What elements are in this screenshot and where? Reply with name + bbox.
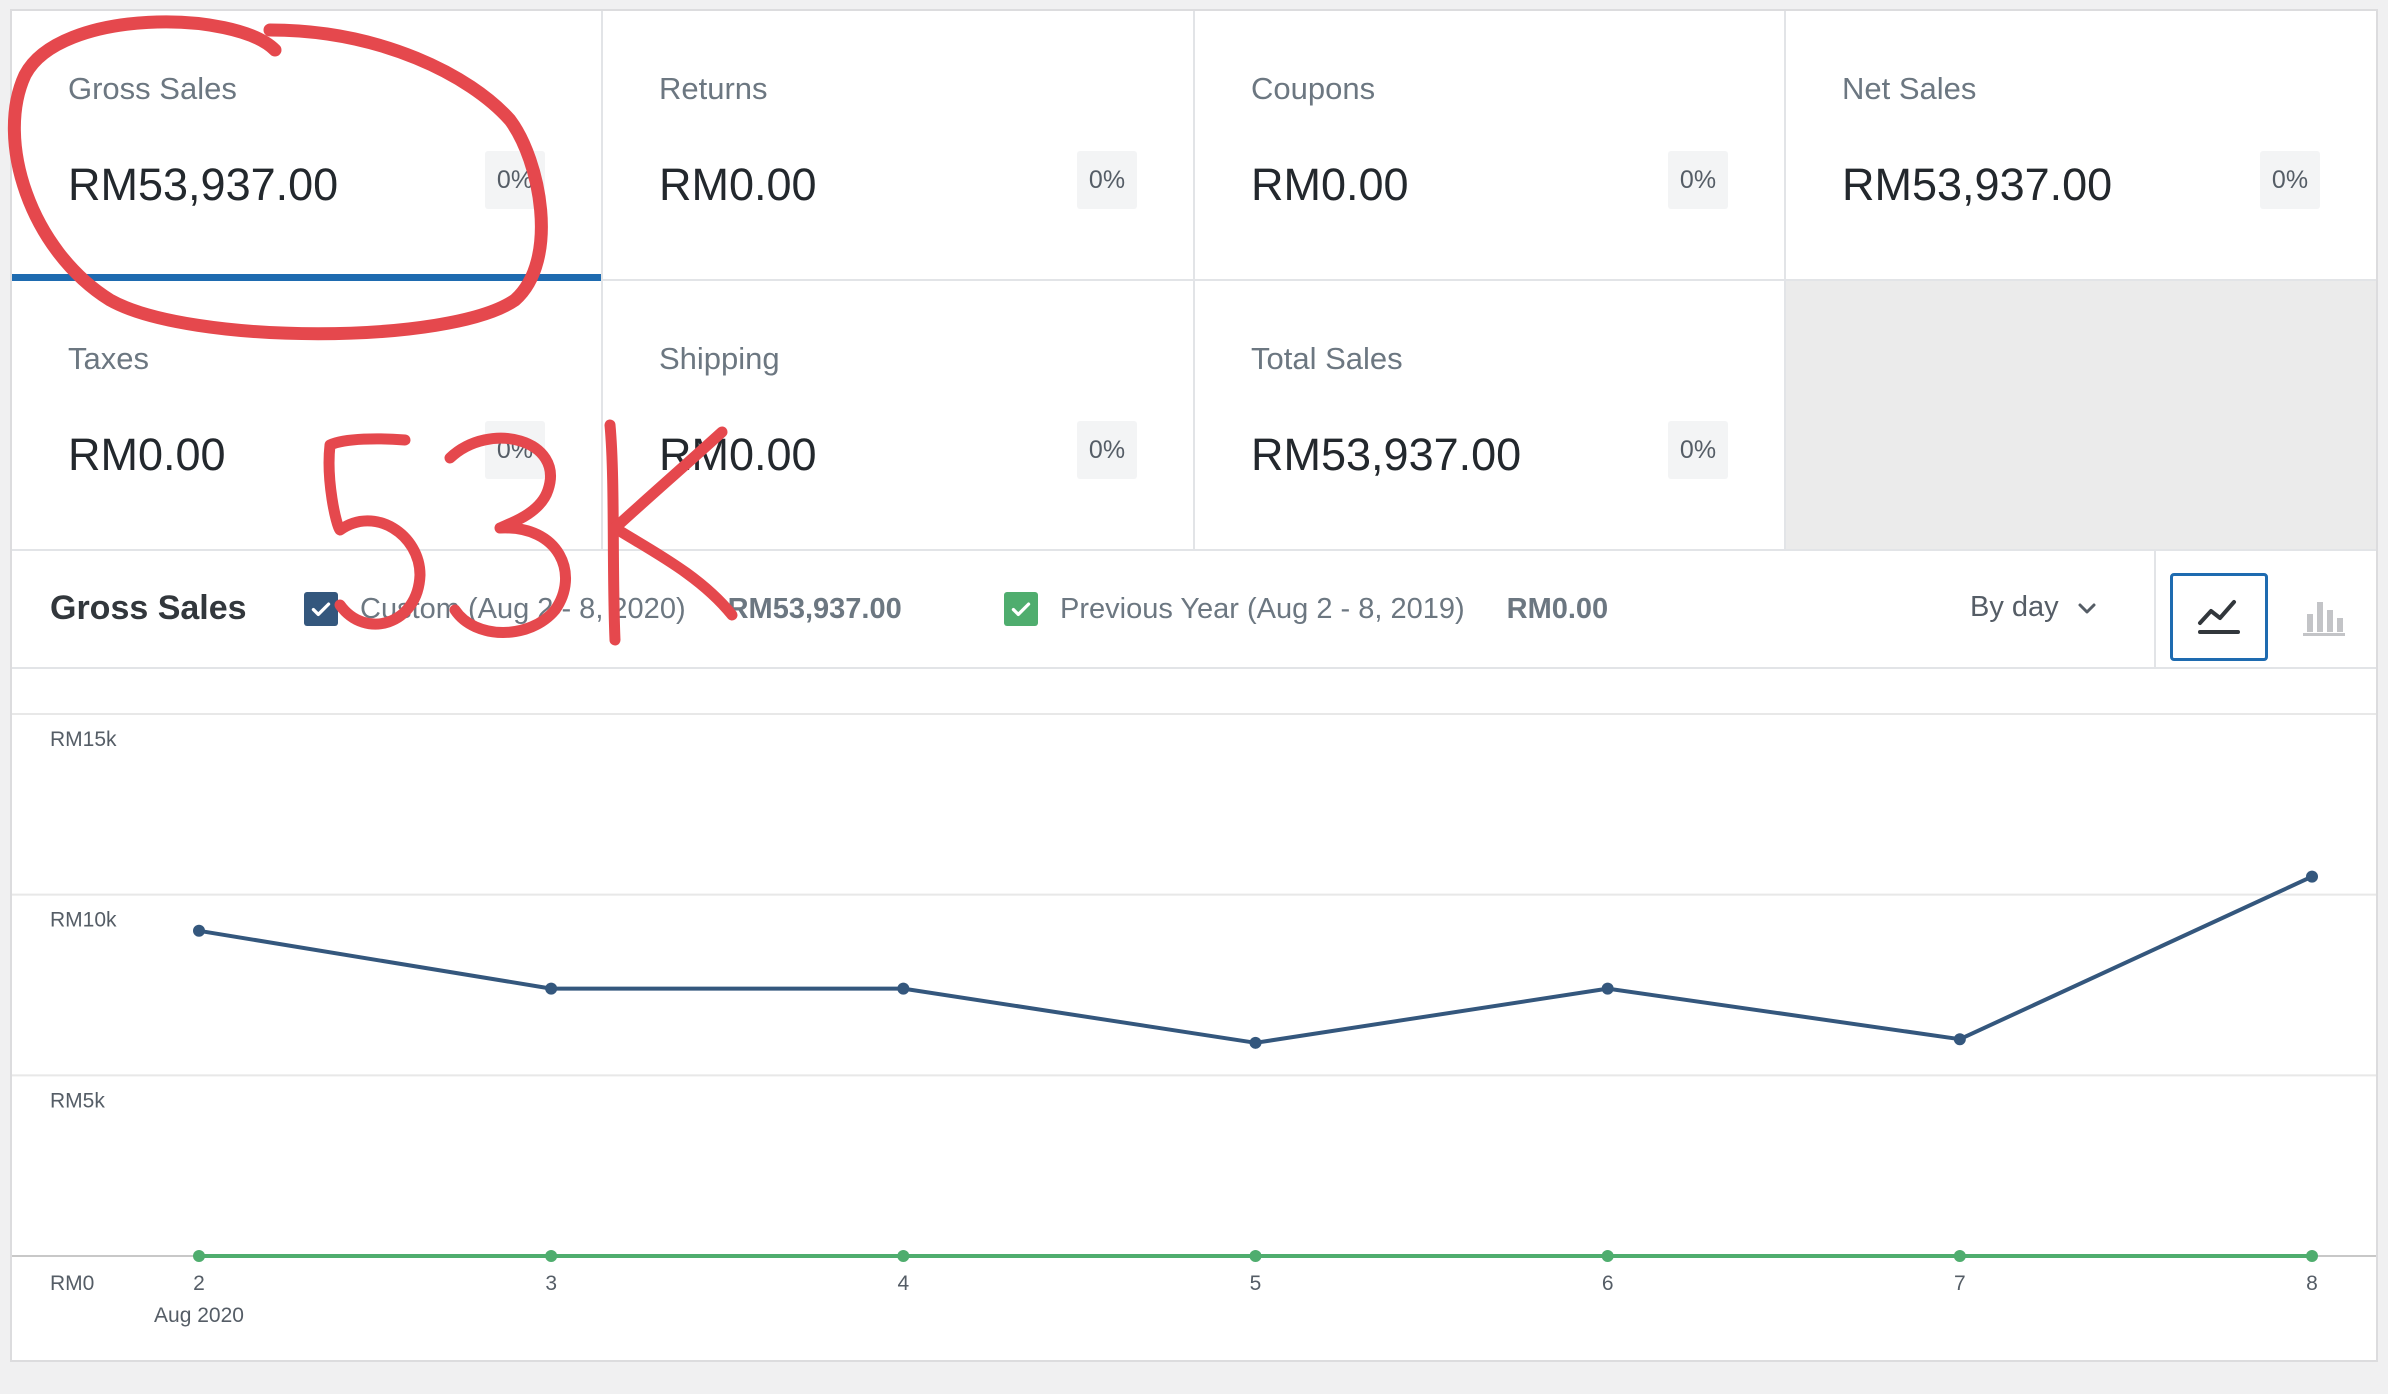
tile-delta-badge: 0% [2260,151,2320,209]
tile-value: RM53,937.00 [1251,429,1522,480]
tile-value: RM53,937.00 [1842,159,2113,210]
x-tick-label: 3 [545,1272,557,1295]
data-point[interactable] [193,1250,205,1262]
tile-value: RM0.00 [1251,159,1409,210]
legend-current[interactable]: Custom (Aug 2 - 8, 2020) RM53,937.00 [304,589,902,629]
x-tick-label: 7 [1954,1272,1966,1295]
tile-label: Shipping [659,341,780,376]
legend-previous-total: RM0.00 [1506,592,1609,625]
interval-label: By day [1970,591,2059,623]
x-tick-label: 8 [2306,1272,2318,1295]
tile-label: Gross Sales [68,71,237,106]
data-point[interactable] [2306,1250,2318,1262]
summary-tiles: Gross Sales RM53,937.00 0% Returns RM0.0… [12,11,2376,551]
data-point[interactable] [1601,1250,1614,1262]
tile-delta-badge: 0% [485,421,545,479]
tile-total-sales[interactable]: Total Sales RM53,937.00 0% [1195,281,1786,551]
legend-current-label: Custom (Aug 2 - 8, 2020) [360,592,686,625]
legend-current-total: RM53,937.00 [727,592,902,625]
checkmark-icon [311,602,331,617]
tile-delta-badge: 0% [1668,151,1728,209]
legend-current-checkbox[interactable] [304,592,338,626]
tile-gross-sales[interactable]: Gross Sales RM53,937.00 0% [12,11,603,281]
legend-previous[interactable]: Previous Year (Aug 2 - 8, 2019) RM0.00 [1004,589,1608,629]
tile-label: Taxes [68,341,149,376]
legend-previous-label: Previous Year (Aug 2 - 8, 2019) [1060,592,1465,625]
selected-indicator [12,274,601,281]
data-point[interactable] [1601,982,1614,995]
tile-delta-badge: 0% [1077,151,1137,209]
tile-label: Total Sales [1251,341,1403,376]
y-tick-label: RM15k [50,728,117,751]
tile-label: Coupons [1251,71,1376,106]
line-chart-button[interactable] [2170,573,2268,661]
chart-title: Gross Sales [50,589,247,627]
data-point[interactable] [2306,870,2318,883]
tile-shipping[interactable]: Shipping RM0.00 0% [603,281,1195,551]
y-tick-label: RM0 [50,1272,94,1295]
x-axis-sublabel: Aug 2020 [154,1304,244,1327]
data-point[interactable] [897,982,910,995]
y-tick-label: RM5k [50,1089,105,1112]
legend-previous-checkbox[interactable] [1004,592,1038,626]
x-tick-label: 2 [193,1272,205,1295]
view-divider [2154,551,2156,667]
tile-taxes[interactable]: Taxes RM0.00 0% [12,281,603,551]
bar-chart-button[interactable] [2274,573,2372,661]
analytics-panel: Gross Sales RM53,937.00 0% Returns RM0.0… [10,9,2378,1362]
line-chart-icon [2198,600,2240,634]
x-tick-label: 6 [1602,1272,1614,1295]
data-point[interactable] [545,982,558,995]
data-point[interactable] [545,1250,558,1262]
tile-value: RM0.00 [659,159,817,210]
data-point[interactable] [1249,1036,1262,1049]
chart-header: Gross Sales Custom (Aug 2 - 8, 2020) RM5… [12,551,2376,669]
tile-returns[interactable]: Returns RM0.00 0% [603,11,1195,281]
tile-delta-badge: 0% [1077,421,1137,479]
data-point[interactable] [1953,1250,1966,1262]
tile-value: RM0.00 [68,429,226,480]
tile-value: RM53,937.00 [68,159,339,210]
tile-net-sales[interactable]: Net Sales RM53,937.00 0% [1786,11,2376,281]
tile-coupons[interactable]: Coupons RM0.00 0% [1195,11,1786,281]
tile-empty [1786,281,2376,551]
line-chart: RM0 RM5k RM10k RM15k 2 3 4 5 6 7 8 Aug 2020 [12,713,2376,1327]
chevron-down-icon [2078,603,2096,613]
data-point[interactable] [1953,1033,1966,1046]
tile-delta-badge: 0% [1668,421,1728,479]
tile-label: Returns [659,71,768,106]
data-point[interactable] [1249,1250,1262,1262]
y-tick-label: RM10k [50,909,117,932]
x-tick-label: 4 [897,1272,909,1295]
data-point[interactable] [193,924,205,937]
tile-delta-badge: 0% [485,151,545,209]
tile-label: Net Sales [1842,71,1977,106]
interval-select[interactable]: By day [1970,591,2099,624]
x-tick-label: 5 [1250,1272,1262,1295]
bar-chart-icon [2303,602,2345,636]
data-point[interactable] [897,1250,910,1262]
series-line [198,874,2313,1045]
tile-value: RM0.00 [659,429,817,480]
checkmark-icon [1011,602,1031,617]
